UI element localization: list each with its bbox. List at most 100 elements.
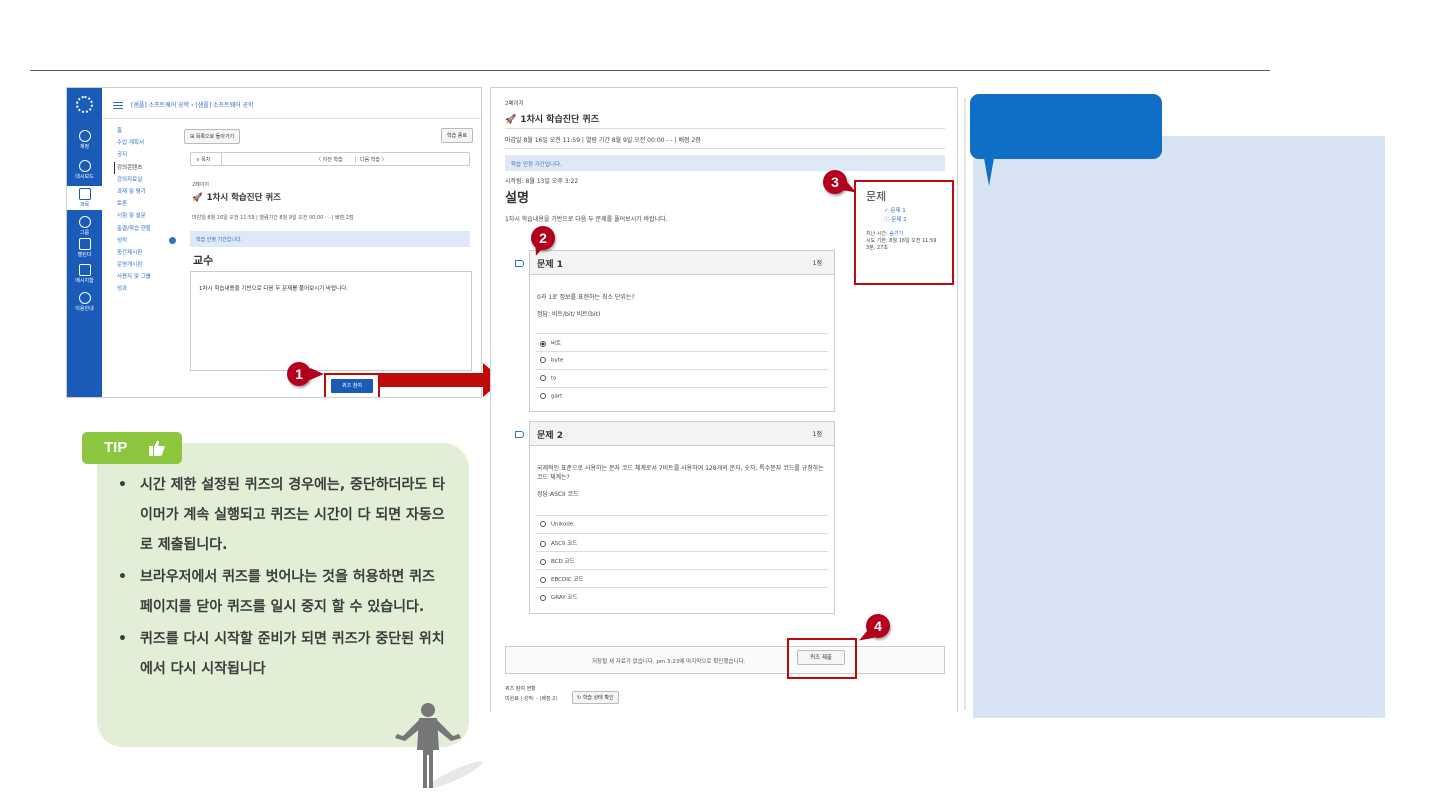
thumbs-up-icon: [149, 440, 165, 456]
course-nav-item[interactable]: 성적: [117, 235, 187, 247]
gnav-groups[interactable]: 그룹: [67, 216, 102, 236]
quiz-title: 🚀 1차시 학습진단 퀴즈: [505, 115, 599, 125]
answer-option[interactable]: 비트: [536, 333, 828, 351]
group-icon: [78, 216, 91, 228]
tip-item: 브라우저에서 퀴즈를 벗어나는 것을 허용하면 퀴즈 페이지를 닫아 퀴즈를 일…: [118, 562, 448, 622]
quiz-title: 🚀 1차시 학습진단 퀴즈: [192, 193, 281, 203]
course-nav-item[interactable]: 홈: [117, 125, 187, 137]
bubble-tail: [984, 158, 994, 186]
toc-toggle[interactable]: ∨ 목차: [196, 157, 210, 163]
calendar-icon: [78, 238, 91, 250]
badge-pointer: [310, 368, 324, 380]
radio-icon[interactable]: [540, 521, 546, 527]
info-banner: 학습 인정 기간입니다.: [190, 231, 470, 247]
tip-label: TIP: [82, 432, 182, 464]
course-nav-item[interactable]: 수업 계획서: [117, 137, 187, 149]
prev-button[interactable]: 〈 이전 학습: [316, 156, 343, 163]
tip-item: 퀴즈를 다시 시작할 준비가 되면 퀴즈가 중단된 위치에서 다시 시작됩니다: [118, 624, 448, 684]
take-quiz-highlight: 퀴즈 참여: [324, 373, 380, 397]
answer-option[interactable]: ASCII 코드: [536, 533, 828, 551]
notification-dot: [169, 236, 177, 244]
question-link[interactable]: ⓘ 문제 2: [866, 216, 942, 225]
panel-divider: [964, 98, 966, 710]
quiz-description: 1차시 학습내용을 기반으로 다음 두 문제를 풀어보시기 바랍니다.: [505, 216, 668, 223]
explanation-panel: [973, 136, 1385, 718]
side-heading: 문제: [866, 190, 887, 203]
question-side-panel: 문제 ✓ 문제 1 ⓘ 문제 2 지난 시간: 숨기기 시도 기한: 8월 16…: [854, 180, 954, 285]
course-nav-item[interactable]: 중간제시판: [117, 247, 187, 259]
answer-option[interactable]: Unikode: [536, 515, 828, 533]
answer-option[interactable]: GRAY 코드: [536, 587, 828, 605]
flow-arrow: [380, 373, 484, 387]
gnav-inbox[interactable]: 메시지함: [67, 264, 102, 284]
question-card-2: 문제 2 1점 국제적인 표준으로 사용하는 문자 코드 체계로서 7비트를 사용…: [515, 421, 835, 614]
question-header: 문제 1 1점: [530, 251, 834, 275]
menu-icon[interactable]: [113, 102, 123, 109]
course-nav-item-active[interactable]: 강의콘텐츠: [114, 161, 187, 174]
course-nav-item[interactable]: 운영게시판: [117, 259, 187, 271]
radio-icon[interactable]: [540, 393, 546, 399]
radio-icon[interactable]: [540, 357, 546, 363]
course-nav-item[interactable]: 사용자 및 그룹: [117, 271, 187, 283]
radio-icon[interactable]: [540, 375, 546, 381]
next-button[interactable]: 다음 학습 〉: [355, 156, 387, 163]
course-nav-item[interactable]: 출결/학습 현황: [117, 223, 187, 235]
question-link[interactable]: ✓ 문제 1: [866, 207, 942, 216]
gnav-dashboard[interactable]: 대시보드: [67, 160, 102, 180]
flag-icon[interactable]: [515, 260, 524, 267]
back-to-list-button[interactable]: ⊞ 목록으로 돌아가기: [184, 129, 241, 144]
radio-icon[interactable]: [540, 594, 546, 601]
course-nav: 홈 수업 계획서 공지 강의콘텐츠 강의자료실 과제 및 평가 토론 시험 및 …: [114, 125, 187, 296]
help-icon: [78, 292, 91, 304]
answer-option[interactable]: EBCDIC 코드: [536, 569, 828, 587]
course-nav-item[interactable]: 시험 및 설문: [117, 210, 187, 222]
gnav-courses[interactable]: 과목: [67, 186, 102, 210]
rocket-icon: 🚀: [505, 115, 517, 125]
tip-list: 시간 제한 설정된 퀴즈의 경우에는, 중단하더라도 타이머가 계속 실행되고 …: [118, 470, 448, 686]
answer-option[interactable]: byte: [536, 351, 828, 369]
page-label: 2페이지: [505, 101, 524, 107]
rocket-icon: 🚀: [192, 193, 203, 203]
explanation-title-bubble: [970, 94, 1162, 159]
course-nav-item[interactable]: 강의자료실: [117, 174, 187, 186]
submit-bar: 저장될 새 자료가 없습니다. pm 3:23에 마지막으로 확인했습니다.: [505, 646, 945, 674]
section-heading: 교수: [193, 254, 214, 267]
radio-icon[interactable]: [540, 540, 546, 547]
take-quiz-button[interactable]: 퀴즈 참여: [331, 379, 373, 393]
inbox-icon: [78, 264, 91, 276]
radio-icon[interactable]: [540, 576, 546, 583]
top-divider: [30, 70, 1270, 71]
answer-option[interactable]: gart: [536, 387, 828, 405]
submit-quiz-button[interactable]: 퀴즈 제출: [797, 650, 845, 665]
check-status-button[interactable]: ↻ 학습 상태 확인: [572, 691, 619, 704]
gnav-calendar[interactable]: 캘린더: [67, 238, 102, 258]
person-illustration-icon: [395, 703, 483, 789]
started-time: 시작됨: 8월 13일 오후 3:22: [505, 178, 579, 185]
quiz-meta: 마감일 8월 16일 오전 11:59 | 열람 기간 8월 9일 오전 00:…: [505, 137, 701, 144]
account-icon: [78, 130, 91, 142]
course-nav-item[interactable]: 토론: [117, 198, 187, 210]
radio-selected-icon[interactable]: [540, 340, 546, 347]
header-divider: [103, 118, 481, 119]
page-label: 2페이지: [192, 182, 209, 188]
gnav-account[interactable]: 계정: [67, 130, 102, 150]
elapsed-label: 지난 시간: 숨기기: [866, 231, 904, 237]
hide-timer-toggle[interactable]: 숨기기: [889, 231, 903, 237]
module-nav-bar: ∨ 목차 〈 이전 학습 다음 학습 〉: [190, 152, 470, 166]
status-label: 퀴즈 참여 현황: [505, 686, 536, 692]
answer-hint: 정답: 비트/bit/ 비트(bit): [537, 311, 601, 318]
course-nav-item[interactable]: 공지: [117, 149, 187, 161]
course-nav-item[interactable]: 과제 및 평가: [117, 186, 187, 198]
answer-option[interactable]: to: [536, 369, 828, 387]
radio-icon[interactable]: [540, 558, 546, 565]
flag-icon[interactable]: [515, 431, 524, 438]
breadcrumb[interactable]: [샘플] 소프트웨어 공학 › [샘플] 소프트웨어 공학: [113, 100, 254, 109]
gnav-help[interactable]: 이용안내: [67, 292, 102, 312]
answer-option[interactable]: BCD 코드: [536, 551, 828, 569]
course-nav-item[interactable]: 성과: [117, 283, 187, 295]
logo-icon: [76, 96, 93, 113]
section-heading: 설명: [505, 191, 529, 206]
dashboard-icon: [78, 160, 91, 172]
study-end-button[interactable]: 학습 종료: [441, 128, 473, 143]
course-page-screenshot: 계정 대시보드 과목 그룹 캘린더 메시지함 이용안내 [샘플] 소프트웨어 공…: [66, 87, 482, 398]
